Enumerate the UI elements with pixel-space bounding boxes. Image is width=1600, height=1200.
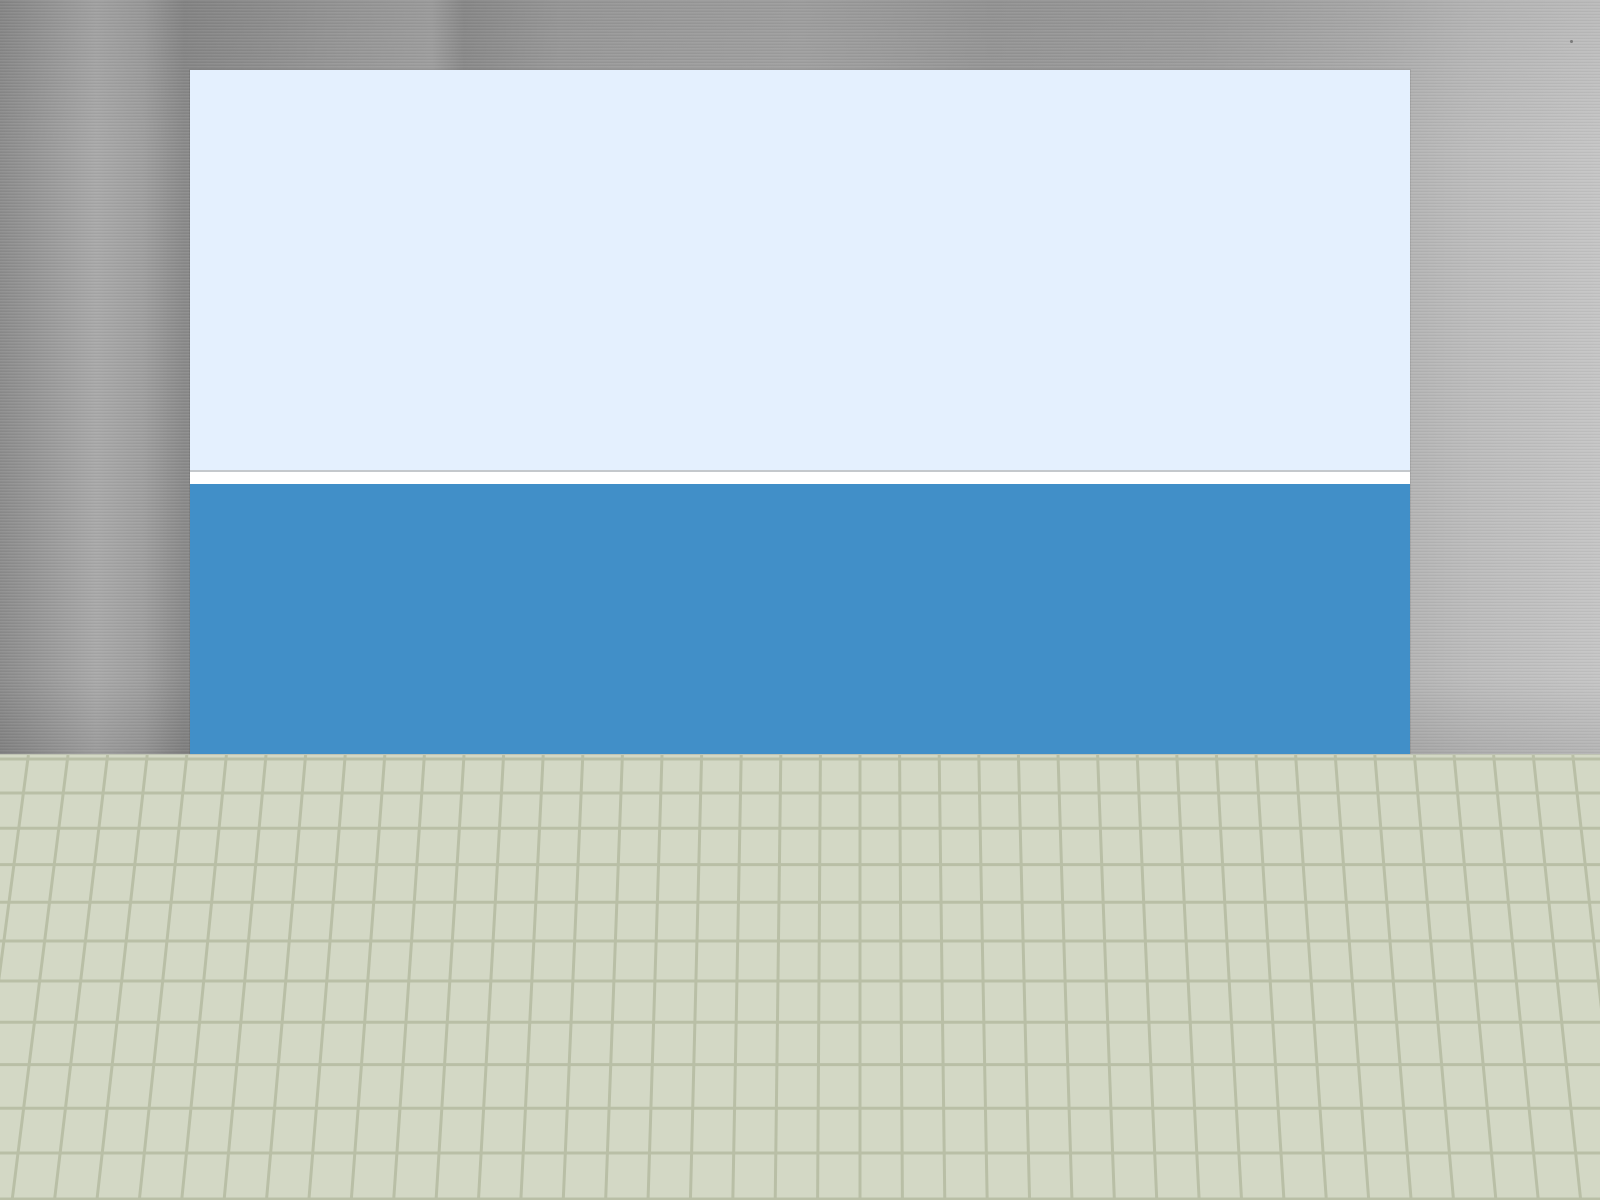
- floor-grout-vertical: [646, 755, 664, 1200]
- floor-grout-vertical: [53, 755, 110, 1200]
- floor-grout-vertical: [1175, 755, 1201, 1200]
- floor-grout-vertical: [1096, 755, 1116, 1200]
- floor-grout-vertical: [1294, 755, 1328, 1200]
- floor-grout-vertical: [180, 755, 228, 1200]
- tiled-floor: [0, 754, 1600, 1200]
- floor-grout-vertical: [1135, 755, 1159, 1200]
- floor-grout-vertical: [561, 755, 585, 1200]
- floor-grout-vertical: [1254, 755, 1286, 1200]
- floor-grout-vertical: [476, 755, 506, 1200]
- floor-grout-vertical: [977, 755, 989, 1200]
- floor-grout-vertical: [0, 755, 30, 982]
- floor-grout-vertical: [1492, 755, 1540, 1200]
- display-screen: [190, 70, 1410, 754]
- screen-divider: [190, 470, 1410, 484]
- floor-grout-vertical: [307, 755, 347, 1200]
- floor-grout-vertical: [1056, 755, 1074, 1200]
- floor-grout-vertical: [264, 755, 308, 1200]
- floor-grout-vertical: [434, 755, 466, 1200]
- floor-tile-grid: [0, 755, 1600, 1200]
- floor-grout-vertical: [1333, 755, 1371, 1200]
- floor-grout-vertical: [816, 755, 822, 1200]
- floor-grout-vertical: [1571, 755, 1600, 1010]
- floor-grout-vertical: [137, 755, 189, 1200]
- floor-grout-vertical: [937, 755, 947, 1200]
- screen-lower-panel: [190, 484, 1410, 754]
- game-scene: [0, 0, 1600, 1200]
- floor-grout-vertical: [688, 755, 704, 1200]
- floor-grout-vertical: [1016, 755, 1032, 1200]
- floor-grout-vertical: [1412, 755, 1456, 1200]
- floor-grout-vertical: [1531, 755, 1583, 1200]
- floor-grout-vertical: [95, 755, 149, 1200]
- floor-grout-vertical: [349, 755, 387, 1200]
- floor-grout-vertical: [1452, 755, 1498, 1200]
- floor-grout-vertical: [1214, 755, 1244, 1200]
- floor-grout-vertical: [773, 755, 783, 1200]
- floor-grout-vertical: [1373, 755, 1413, 1200]
- floor-grout-vertical: [519, 755, 545, 1200]
- floor-grout-vertical: [898, 755, 904, 1200]
- wall-speck: [1570, 40, 1573, 43]
- floor-grout-vertical: [222, 755, 268, 1200]
- screen-upper-panel: [190, 70, 1410, 470]
- floor-grout-vertical: [392, 755, 426, 1200]
- floor-grout-vertical: [731, 755, 743, 1200]
- floor-grout-vertical: [604, 755, 624, 1200]
